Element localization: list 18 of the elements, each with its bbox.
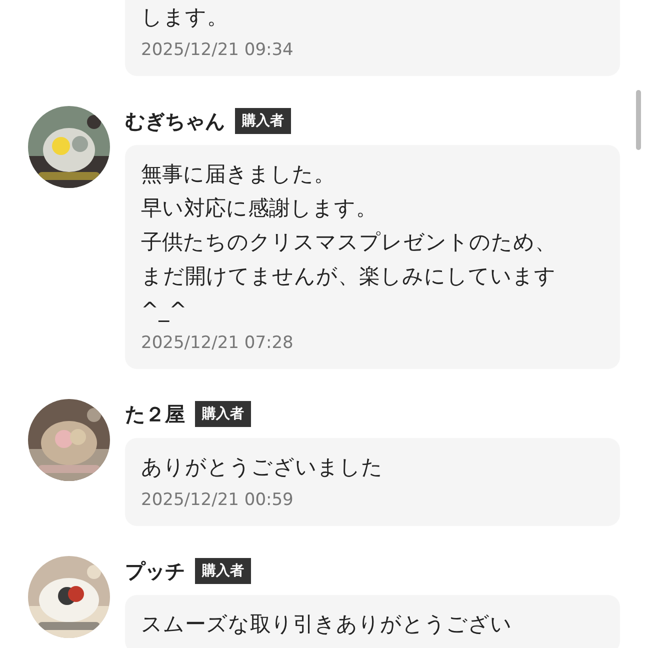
comment-line: まだ開けてませんが、楽しみにしています	[141, 263, 557, 290]
scrollbar[interactable]	[636, 90, 641, 150]
comment-time: 2025/12/21 07:28	[141, 332, 294, 355]
comment-line: ^_^	[141, 297, 188, 324]
comment-line: ありがとうございました	[141, 454, 384, 481]
comment-line: します。	[141, 4, 229, 31]
comment-line: 子供たちのクリスマスプレゼントのため、	[141, 229, 557, 256]
comment-line: 無事に届きました。	[141, 161, 336, 188]
buyer-badge: 購入者	[195, 401, 251, 427]
comment-line: スムーズな取り引きありがとうござい	[141, 611, 513, 638]
buyer-badge: 購入者	[235, 108, 291, 134]
user-name[interactable]: プッチ	[125, 558, 185, 584]
comment-time: 2025/12/21 09:34	[141, 39, 294, 62]
comment-line: 早い対応に感謝します。	[141, 195, 378, 222]
comment-time: 2025/12/21 00:59	[141, 489, 294, 512]
buyer-badge: 購入者	[195, 558, 251, 584]
user-name[interactable]: むぎちゃん	[125, 108, 225, 134]
user-name[interactable]: た２屋	[125, 400, 185, 428]
